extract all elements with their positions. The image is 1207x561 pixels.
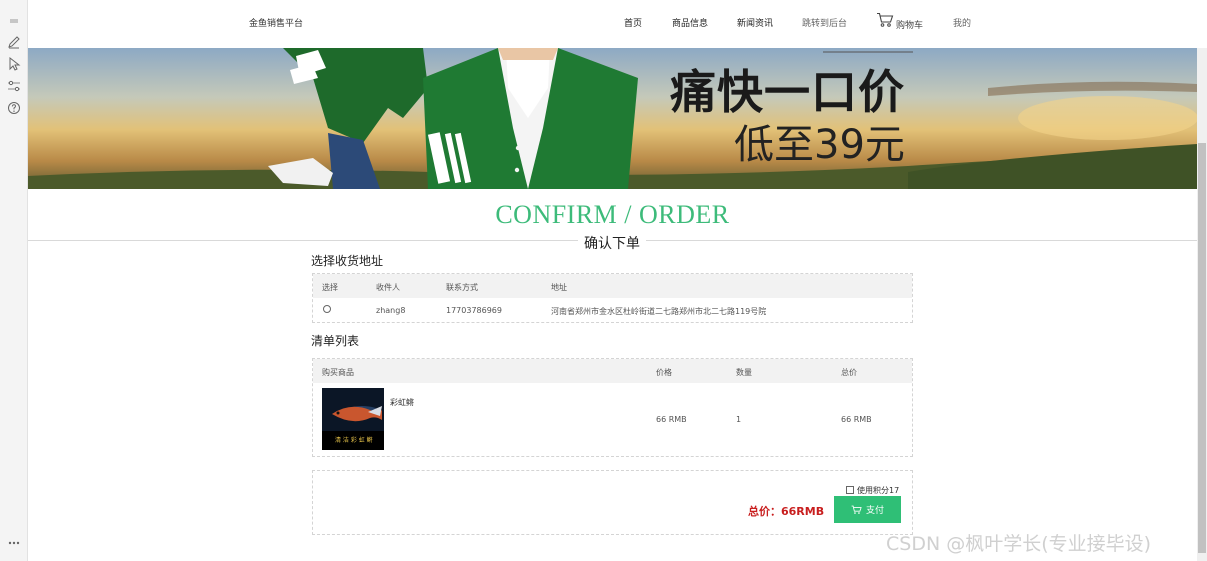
use-points-label: 使用积分17 <box>857 486 900 495</box>
address-table: 选择 收件人 联系方式 地址 zhang8 17703786969 河南省郑州市… <box>312 273 913 323</box>
pen-icon[interactable] <box>6 34 22 50</box>
column-header: 选择 <box>322 283 338 292</box>
recipient-address: 河南省郑州市金水区杜岭街道二七路郑州市北二七路119号院 <box>551 307 767 316</box>
banner-illustration <box>28 48 1197 189</box>
column-header: 联系方式 <box>446 283 478 292</box>
more-icon[interactable] <box>6 535 22 551</box>
cart-icon[interactable] <box>876 12 894 28</box>
items-table-header: 购买商品 价格 数量 总价 <box>313 359 912 383</box>
nav-products[interactable]: 商品信息 <box>672 16 708 29</box>
site-brand[interactable]: 金鱼销售平台 <box>249 16 303 29</box>
page-title: CONFIRM / ORDER <box>495 200 730 229</box>
product-price: 66 RMB <box>656 415 687 424</box>
recipient-phone: 17703786969 <box>446 306 502 315</box>
column-header: 总价 <box>841 368 857 377</box>
use-points-checkbox[interactable] <box>846 486 854 494</box>
address-table-header: 选择 收件人 联系方式 地址 <box>313 274 912 298</box>
nav-home[interactable]: 首页 <box>624 16 642 29</box>
items-section-label: 清单列表 <box>311 334 360 348</box>
product-thumbnail[interactable]: 清 洁 彩 虹 鳉 <box>322 388 384 450</box>
scrollbar-thumb[interactable] <box>1198 143 1206 553</box>
pay-button-label: 支付 <box>865 506 884 516</box>
column-header: 价格 <box>656 368 672 377</box>
order-total: 总价：66RMB <box>748 505 825 518</box>
column-header: 数量 <box>736 368 752 377</box>
promo-banner[interactable]: 痛快一口价 低至39元 <box>28 48 1197 189</box>
pointer-icon[interactable] <box>6 56 22 72</box>
help-icon[interactable] <box>6 100 22 116</box>
nav-news[interactable]: 新闻资讯 <box>737 16 773 29</box>
watermark: CSDN @枫叶学长(专业接毕设) <box>886 533 1152 555</box>
product-total: 66 RMB <box>841 415 872 424</box>
page-scrollbar[interactable] <box>1197 48 1207 561</box>
thumbnail-caption: 清 洁 彩 虹 鳉 <box>335 437 373 444</box>
sliders-icon[interactable] <box>6 78 22 94</box>
column-header: 购买商品 <box>322 368 354 377</box>
pay-button[interactable]: 支付 <box>834 496 901 523</box>
address-select-radio[interactable] <box>323 305 331 313</box>
banner-subline: 低至39元 <box>734 122 905 168</box>
page-subtitle: 确认下单 <box>578 233 646 253</box>
checkout-panel: 使用积分17 总价：66RMB 支付 <box>312 470 913 535</box>
annotation-toolbar <box>0 0 28 561</box>
use-points-option[interactable]: 使用积分17 <box>846 485 899 496</box>
nav-my[interactable]: 我的 <box>953 16 971 29</box>
product-quantity: 1 <box>736 415 742 424</box>
top-navigation: 金鱼销售平台 首页 商品信息 新闻资讯 跳转到后台 购物车 我的 <box>28 0 1197 48</box>
nav-cart[interactable]: 购物车 <box>896 18 923 31</box>
recipient-name: zhang8 <box>376 306 406 315</box>
drag-handle-icon[interactable] <box>6 16 22 32</box>
nav-admin[interactable]: 跳转到后台 <box>802 16 847 29</box>
column-header: 地址 <box>551 283 567 292</box>
product-name[interactable]: 彩虹鳉 <box>390 397 414 408</box>
column-header: 收件人 <box>376 283 400 292</box>
address-section-label: 选择收货地址 <box>311 254 384 268</box>
items-table: 购买商品 价格 数量 总价 清 洁 彩 虹 鳉 彩虹鳉 66 RMB 1 66 … <box>312 358 913 457</box>
cart-icon <box>851 505 862 514</box>
